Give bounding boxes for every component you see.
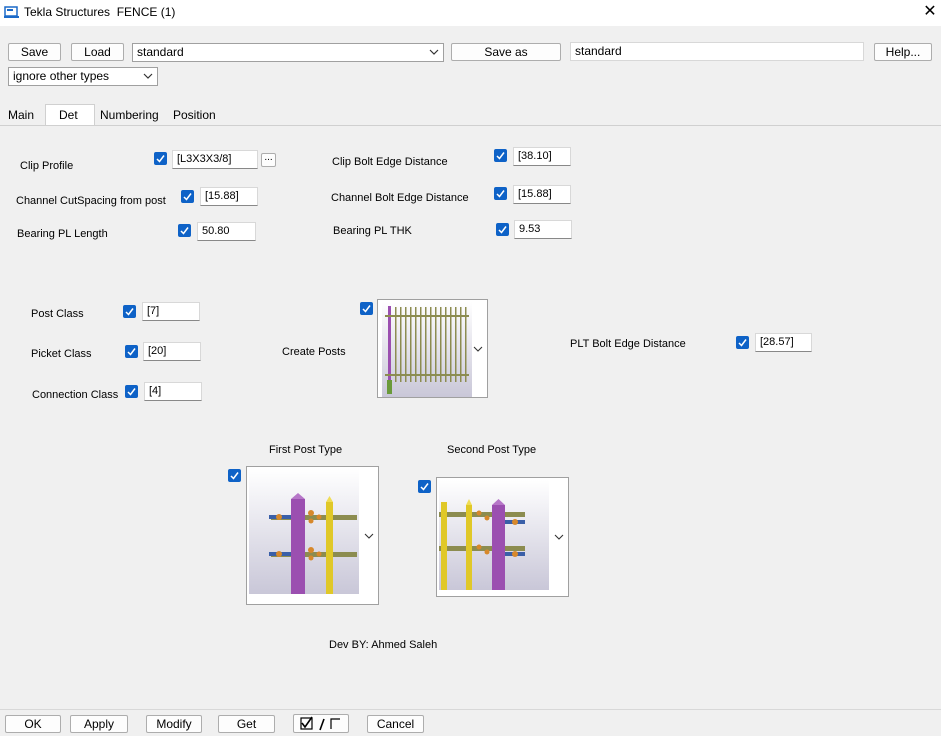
picket-class-label: Picket Class (31, 348, 92, 360)
clip-profile-input[interactable]: [L3X3X3/8] (172, 150, 258, 169)
chevron-down-icon (554, 534, 564, 540)
plt-bolt-edge-checkbox[interactable] (736, 336, 749, 349)
channel-bolt-edge-checkbox[interactable] (494, 187, 507, 200)
window-title: Tekla Structures FENCE (1) (24, 5, 175, 19)
load-button[interactable]: Load (71, 43, 124, 61)
first-post-type-checkbox[interactable] (228, 469, 241, 482)
ok-button[interactable]: OK (5, 715, 61, 733)
bottom-divider (0, 709, 941, 710)
create-posts-checkbox[interactable] (360, 302, 373, 315)
get-button[interactable]: Get (218, 715, 275, 733)
bearing-pl-length-checkbox[interactable] (178, 224, 191, 237)
check-uncheck-icon (300, 716, 340, 731)
bearing-pl-thk-input[interactable]: 9.53 (514, 220, 572, 239)
first-post-type-picker[interactable] (246, 466, 379, 605)
clip-profile-label: Clip Profile (20, 160, 74, 172)
dialog-name: FENCE (1) (116, 5, 176, 19)
load-preset-value: standard (137, 45, 184, 59)
connection-class-checkbox[interactable] (125, 385, 138, 398)
post-class-input[interactable]: [7] (142, 302, 200, 321)
channel-cut-spacing-checkbox[interactable] (181, 190, 194, 203)
save-button[interactable]: Save (8, 43, 61, 61)
clip-profile-browse-button[interactable]: ... (261, 153, 276, 167)
save-as-input[interactable]: standard (570, 42, 864, 61)
tab-main[interactable]: Main (4, 105, 38, 126)
second-post-type-label: Second Post Type (447, 444, 537, 456)
cancel-button[interactable]: Cancel (367, 715, 424, 733)
channel-cut-spacing-label: Channel CutSpacing from post (16, 195, 166, 207)
first-post-type-label: First Post Type (269, 444, 343, 456)
tekla-app-icon (4, 5, 20, 19)
help-button[interactable]: Help... (874, 43, 932, 61)
tab-divider (0, 125, 941, 126)
post-class-checkbox[interactable] (123, 305, 136, 318)
chevron-down-icon (364, 533, 374, 539)
connection-class-label: Connection Class (32, 389, 119, 401)
clip-bolt-edge-checkbox[interactable] (494, 149, 507, 162)
second-post-type-checkbox[interactable] (418, 480, 431, 493)
tab-numbering[interactable]: Numbering (96, 105, 163, 126)
create-posts-label: Create Posts (282, 346, 346, 358)
fence-elevation-image (382, 302, 472, 397)
apply-button[interactable]: Apply (70, 715, 128, 733)
tab-det[interactable]: Det (45, 104, 95, 126)
bearing-pl-length-label: Bearing PL Length (17, 228, 108, 240)
type-filter-value: ignore other types (13, 69, 110, 83)
app-name: Tekla Structures (24, 5, 111, 19)
channel-bolt-edge-input[interactable]: [15.88] (513, 185, 571, 204)
chevron-down-icon (429, 49, 439, 55)
clip-bolt-edge-input[interactable]: [38.10] (513, 147, 571, 166)
chevron-down-icon (143, 73, 153, 79)
channel-cut-spacing-input[interactable]: [15.88] (200, 187, 258, 206)
bearing-pl-thk-label: Bearing PL THK (333, 225, 412, 237)
plt-bolt-edge-label: PLT Bolt Edge Distance (570, 338, 686, 350)
close-icon[interactable]: ✕ (920, 2, 940, 22)
post-class-label: Post Class (31, 308, 84, 320)
type-filter-combo[interactable]: ignore other types (8, 67, 158, 86)
chevron-down-icon (473, 346, 483, 352)
picket-class-checkbox[interactable] (125, 345, 138, 358)
bearing-pl-length-input[interactable]: 50.80 (197, 222, 256, 241)
clip-profile-checkbox[interactable] (154, 152, 167, 165)
channel-bolt-edge-label: Channel Bolt Edge Distance (331, 192, 469, 204)
developer-credit: Dev BY: Ahmed Saleh (329, 639, 438, 651)
create-posts-picker[interactable] (377, 299, 488, 398)
tab-position[interactable]: Position (169, 105, 220, 126)
clip-bolt-edge-label: Clip Bolt Edge Distance (332, 156, 448, 168)
second-post-connection-image (439, 480, 549, 590)
connection-class-input[interactable]: [4] (144, 382, 202, 401)
toggle-all-checkboxes-button[interactable] (293, 714, 349, 733)
plt-bolt-edge-input[interactable]: [28.57] (755, 333, 812, 352)
picket-class-input[interactable]: [20] (143, 342, 201, 361)
bearing-pl-thk-checkbox[interactable] (496, 223, 509, 236)
second-post-type-picker[interactable] (436, 477, 569, 597)
modify-button[interactable]: Modify (146, 715, 202, 733)
first-post-connection-image (249, 469, 359, 594)
load-preset-combo[interactable]: standard (132, 43, 444, 62)
save-as-button[interactable]: Save as (451, 43, 561, 61)
